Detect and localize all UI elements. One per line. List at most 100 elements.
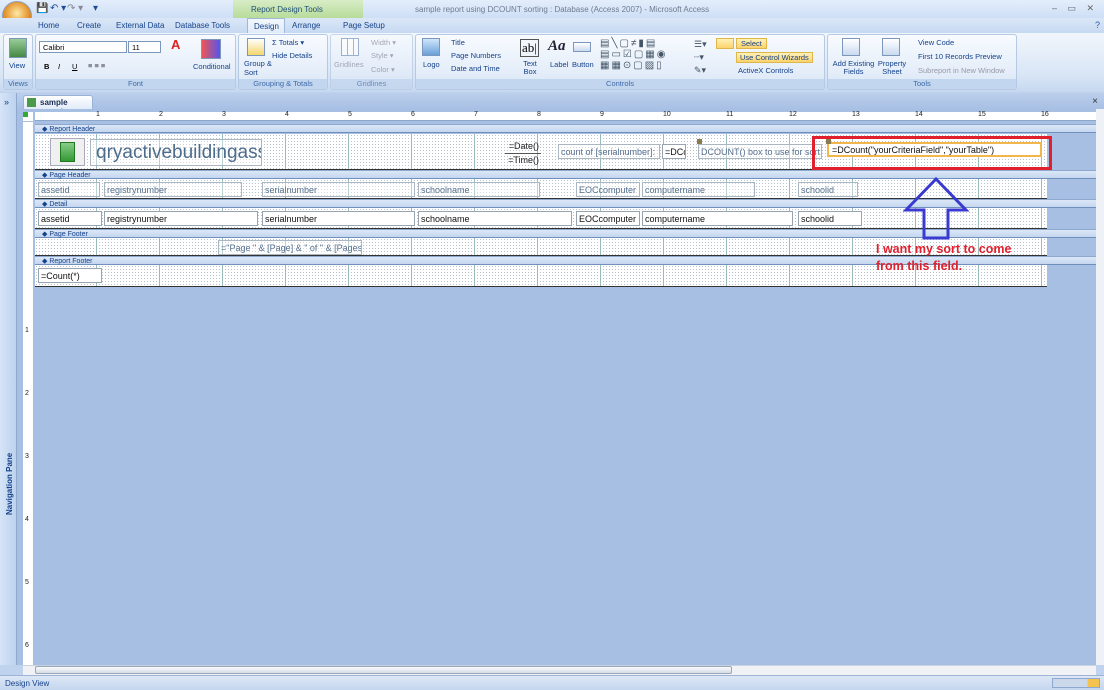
vertical-ruler[interactable]: 1 2 3 4 5 6 [23,122,33,665]
button-button[interactable]: Button [572,60,594,69]
navigation-pane[interactable]: » Navigation Pane [0,93,17,665]
page-numbers-button[interactable]: Page Numbers [451,51,501,60]
group-label: Font [36,79,235,89]
button-icon [573,42,591,52]
save-icon[interactable]: 💾 [36,3,48,14]
italic-button[interactable]: I [58,62,60,71]
tab-create[interactable]: Create [77,21,101,30]
horizontal-scroll-thumb[interactable] [35,666,732,674]
label-button[interactable]: Label [550,60,568,69]
header-label-schoolname[interactable]: schoolname [418,182,540,197]
section-label: Page Footer [49,231,88,238]
move-handle[interactable] [697,139,702,144]
font-color-icon[interactable]: A [171,37,180,52]
hide-details-button[interactable]: Hide Details [272,51,312,60]
color-button[interactable]: Color ▾ [371,65,395,74]
group-sort-icon [247,38,265,56]
first-10-records-preview-button[interactable]: First 10 Records Preview [918,52,1002,61]
navigation-pane-label[interactable]: Navigation Pane [5,440,14,515]
tab-external-data[interactable]: External Data [116,21,164,30]
annotation-text-line1: I want my sort to come [876,242,1012,256]
font-name-value: Calibri [43,43,65,52]
report-title-label[interactable]: qryactivebuildingassets [90,139,262,166]
align-buttons[interactable]: ≡ ≡ ≡ [88,61,105,70]
bold-button[interactable]: B [44,62,49,71]
use-control-wizards-button[interactable]: Use Control Wizards [736,52,813,63]
count-textbox[interactable]: =DCc [662,144,686,159]
gridlines-button[interactable]: Gridlines [334,60,364,69]
text-box-button[interactable]: Text Box [522,60,538,76]
undo-button[interactable]: ↶ ▾ [50,3,66,14]
header-label-serialnumber[interactable]: serialnumber [262,182,415,197]
date-textbox[interactable]: =Date() [505,139,541,154]
detail-textbox-assetid[interactable]: assetid [38,211,102,226]
detail-textbox-computername[interactable]: computername [642,211,793,226]
select-report-box[interactable] [23,112,33,121]
ruler-tick-label: 6 [411,111,415,118]
report-logo[interactable] [50,138,85,166]
property-sheet-button[interactable]: Property Sheet [876,60,908,76]
ruler-tick-label: 5 [348,111,352,118]
section-label: Report Footer [49,258,93,265]
view-button[interactable]: View [9,61,25,70]
line-format-buttons[interactable]: ☰▾ ┈▾ ✎▾ [694,38,707,77]
tab-design[interactable]: Design [247,18,285,33]
width-button[interactable]: Width ▾ [371,38,396,47]
select-button[interactable]: Select [736,38,767,49]
detail-textbox-schoolname[interactable]: schoolname [418,211,572,226]
ruler-tick-label: 11 [726,111,734,118]
dcount-label[interactable]: DCOUNT() box to use for sort: [698,144,822,159]
font-name-combo[interactable]: Calibri [39,41,127,53]
add-existing-fields-button[interactable]: Add Existing Fields [831,60,876,76]
time-textbox[interactable]: =Time() [505,153,541,168]
detail-textbox-registrynumber[interactable]: registrynumber [104,211,258,226]
view-switcher-buttons[interactable] [1052,678,1100,688]
section-bar-report-header[interactable]: ◆ Report Header [35,124,1096,133]
control-gallery[interactable]: ▤╲▢≠▮▤ ▤▭☑▢▦◉ ▦▦⊙▢▨▯ [600,38,667,71]
window-controls[interactable]: – ▭ ✕ [1052,3,1098,14]
customize-qat-button[interactable]: ▾ [93,3,98,14]
group-sort-button[interactable]: Group & Sort [244,59,274,77]
vertical-scrollbar[interactable] [1096,109,1104,665]
up-arrow-annotation [902,176,970,240]
expand-nav-button[interactable]: » [4,97,9,107]
date-time-button[interactable]: Date and Time [451,64,500,73]
activex-controls-button[interactable]: ActiveX Controls [738,66,793,75]
header-label-eoccomputer[interactable]: EOCcomputer [576,182,640,197]
add-fields-icon [842,38,860,56]
detail-textbox-serialnumber[interactable]: serialnumber [262,211,415,226]
tab-home[interactable]: Home [38,21,59,30]
rectangle-button[interactable] [716,38,734,49]
totals-button[interactable]: Σ Totals ▾ [272,38,304,47]
logo-button[interactable]: Logo [423,60,440,69]
tab-database-tools[interactable]: Database Tools [175,21,230,30]
conditional-button[interactable]: Conditional [193,62,231,71]
group-font: Calibri 11 B I U ≡ ≡ ≡ A Conditional Fon… [35,34,236,90]
detail-textbox-eoccomputer[interactable]: EOCcomputer [576,211,640,226]
header-label-schoolid[interactable]: schoolid [798,182,858,197]
redo-button[interactable]: ↷ ▾ [67,3,83,14]
horizontal-ruler[interactable]: 1 2 3 4 5 6 7 8 9 10 11 12 13 14 15 16 [35,111,1096,121]
title-button[interactable]: Title [451,38,465,47]
count-label[interactable]: count of [serialnumber]: [558,144,660,159]
header-label-assetid[interactable]: assetid [38,182,100,197]
view-code-button[interactable]: View Code [918,38,954,47]
close-document-icon[interactable]: × [1092,96,1098,107]
document-tab[interactable]: sample report [23,95,93,116]
page-number-textbox[interactable]: ="Page " & [Page] & " of " & [Pages] [218,240,362,255]
header-label-registrynumber[interactable]: registrynumber [104,182,242,197]
font-size-combo[interactable]: 11 [128,41,161,53]
help-icon[interactable]: ? [1095,20,1100,30]
tab-page-setup[interactable]: Page Setup [343,21,385,30]
count-all-textbox[interactable]: =Count(*) [38,268,102,283]
header-label-computername[interactable]: computername [642,182,755,197]
tab-arrange[interactable]: Arrange [292,21,320,30]
underline-button[interactable]: U [72,62,77,71]
group-tools: Add Existing Fields Property Sheet View … [827,34,1017,90]
ruler-tick-label: 1 [25,327,29,334]
subreport-button[interactable]: Subreport in New Window [918,66,1005,75]
detail-textbox-schoolid[interactable]: schoolid [798,211,862,226]
style-button[interactable]: Style ▾ [371,51,394,60]
group-label: Gridlines [331,79,412,89]
logo-icon [422,38,440,56]
